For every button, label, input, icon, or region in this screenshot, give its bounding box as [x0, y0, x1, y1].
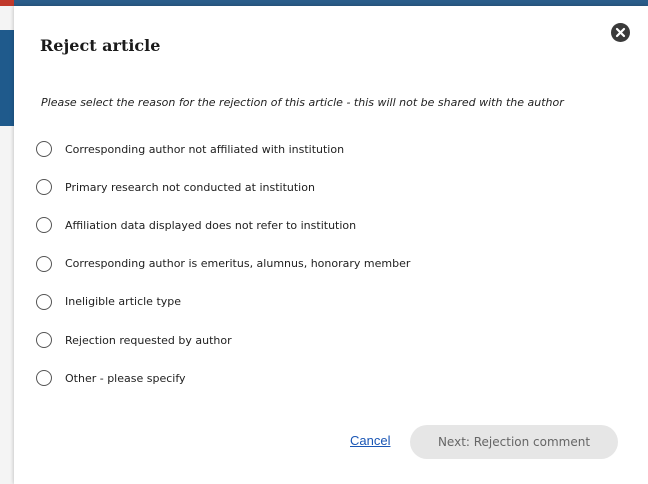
reason-label: Primary research not conducted at instit…	[65, 180, 315, 194]
background-accent	[0, 0, 14, 6]
reason-label: Ineligible article type	[65, 295, 182, 309]
reason-label: Corresponding author not affiliated with…	[65, 142, 345, 156]
reject-article-dialog: Reject article Please select the reason …	[14, 6, 648, 484]
reason-option[interactable]: Rejection requested by author	[36, 321, 616, 359]
reason-option[interactable]: Ineligible article type	[36, 283, 616, 321]
reason-option[interactable]: Affiliation data displayed does not refe…	[36, 206, 616, 244]
reason-option[interactable]: Corresponding author not affiliated with…	[36, 130, 616, 168]
radio-button[interactable]	[36, 332, 52, 349]
radio-button[interactable]	[36, 370, 52, 387]
dialog-title: Reject article	[40, 36, 161, 55]
reason-label: Corresponding author is emeritus, alumnu…	[65, 257, 411, 271]
reason-option[interactable]: Corresponding author is emeritus, alumnu…	[36, 245, 616, 283]
rejection-reason-options: Corresponding author not affiliated with…	[36, 130, 616, 397]
reason-label: Rejection requested by author	[65, 333, 232, 347]
close-button[interactable]	[611, 23, 630, 42]
radio-button[interactable]	[36, 293, 52, 310]
reason-option[interactable]: Other - please specify	[36, 359, 616, 397]
next-rejection-comment-button[interactable]: Next: Rejection comment	[410, 425, 618, 459]
dialog-instruction: Please select the reason for the rejecti…	[41, 96, 564, 109]
reason-label: Other - please specify	[65, 371, 186, 385]
background-banner	[0, 30, 14, 126]
radio-button[interactable]	[36, 179, 52, 196]
radio-button[interactable]	[36, 141, 52, 158]
reason-option[interactable]: Primary research not conducted at instit…	[36, 168, 616, 206]
radio-button[interactable]	[36, 255, 52, 272]
radio-button[interactable]	[36, 217, 52, 234]
cancel-link[interactable]: Cancel	[350, 433, 390, 448]
reason-label: Affiliation data displayed does not refe…	[65, 218, 357, 232]
close-icon	[615, 27, 626, 38]
